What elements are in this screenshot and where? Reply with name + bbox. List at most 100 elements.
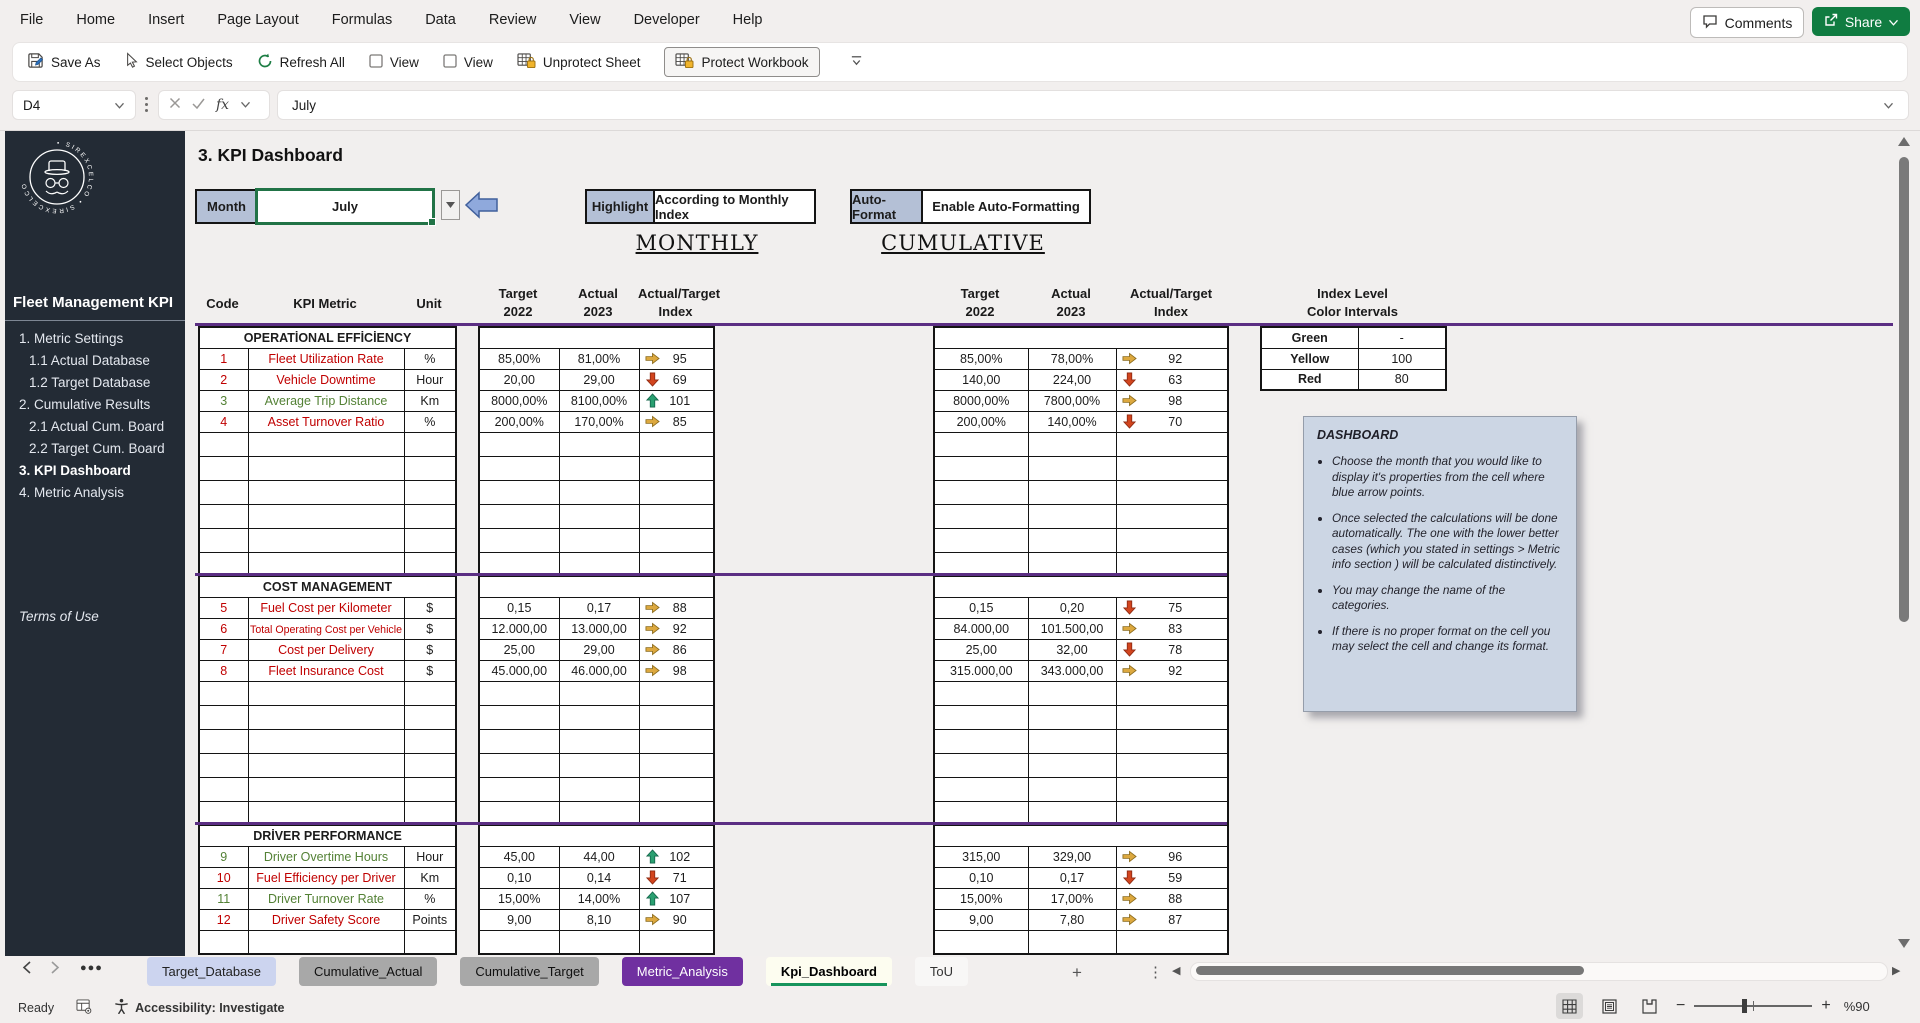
- sidebar-item-2-2-target-cum-board[interactable]: 2.2 Target Cum. Board: [5, 438, 185, 460]
- toolbar-button-refresh-all[interactable]: Refresh All: [257, 53, 345, 72]
- sheet-tab-target-database[interactable]: Target_Database: [147, 957, 276, 986]
- index-indicator: 88: [640, 600, 714, 615]
- sirexcelco-logo: • SIREXCELCO • SIREXCELCO: [19, 139, 95, 215]
- empty-cell: [1028, 705, 1116, 729]
- sheet-tab-kpi-dashboard[interactable]: Kpi_Dashboard: [766, 957, 892, 986]
- toolbar-button-save-as[interactable]: Save As: [27, 52, 101, 72]
- cell-metric: Fleet Utilization Rate: [248, 348, 404, 369]
- empty-row: [934, 705, 1228, 729]
- kpi-row: 9,008,1090: [479, 909, 714, 930]
- zoom-in-icon[interactable]: +: [1821, 997, 1830, 1015]
- sheet-options-icon[interactable]: ⋮: [1148, 963, 1163, 981]
- sidebar-item-4-metric-analysis[interactable]: 4. Metric Analysis: [5, 482, 185, 504]
- empty-cell: [1028, 777, 1116, 801]
- tabs-prev-icon[interactable]: [22, 961, 31, 974]
- chevron-down-icon[interactable]: [1883, 98, 1894, 113]
- empty-cell: [559, 456, 639, 480]
- toolbar-button-view[interactable]: View: [443, 54, 493, 71]
- highlight-control[interactable]: Highlight According to Monthly Index: [585, 189, 816, 224]
- normal-view-button[interactable]: [1556, 993, 1583, 1019]
- index-legend-table: Green-Yellow100Red80: [1260, 326, 1447, 391]
- sheet-tab-cumulative-target[interactable]: Cumulative_Target: [460, 957, 598, 986]
- empty-row: [199, 456, 456, 480]
- menu-item-data[interactable]: Data: [425, 12, 456, 28]
- zoom-slider-thumb[interactable]: [1742, 999, 1747, 1013]
- cell-target: 0,10: [934, 867, 1028, 888]
- fill-handle[interactable]: [428, 218, 436, 226]
- horizontal-scrollbar[interactable]: [1190, 962, 1888, 981]
- empty-row: [479, 777, 714, 801]
- sidebar-item-1-1-actual-database[interactable]: 1.1 Actual Database: [5, 350, 185, 372]
- hscroll-right-icon[interactable]: ▶: [1892, 964, 1900, 977]
- toolbar-button-select-objects[interactable]: Select Objects: [125, 52, 233, 72]
- right-arrow-icon: [1122, 621, 1137, 636]
- chevron-down-icon[interactable]: [240, 96, 251, 114]
- menu-item-help[interactable]: Help: [733, 12, 763, 28]
- cell-index: 92: [1116, 660, 1228, 681]
- tabs-more-icon[interactable]: ●●●: [80, 962, 103, 974]
- toolbar-button-protect-workbook[interactable]: Protect Workbook: [664, 47, 819, 77]
- comments-button[interactable]: Comments: [1690, 7, 1804, 38]
- toolbar-button-unprotect-sheet[interactable]: Unprotect Sheet: [517, 52, 641, 72]
- menu-item-file[interactable]: File: [20, 12, 43, 28]
- ribbon-overflow-button[interactable]: [850, 54, 863, 70]
- tabs-next-icon[interactable]: [51, 961, 60, 974]
- toolbar-button-label: View: [464, 55, 493, 70]
- month-value-cell[interactable]: July: [256, 189, 434, 224]
- right-arrow-icon: [1122, 849, 1137, 864]
- name-box[interactable]: D4: [12, 90, 136, 120]
- scroll-up-icon[interactable]: [1898, 137, 1910, 146]
- autoformat-control[interactable]: Auto-Format Enable Auto-Formatting: [850, 189, 1091, 224]
- empty-cell: [934, 777, 1028, 801]
- cell-metric: Driver Turnover Rate: [248, 888, 404, 909]
- sheet-tab-metric-analysis[interactable]: Metric_Analysis: [622, 957, 743, 986]
- sidebar-item-3-kpi-dashboard[interactable]: 3. KPI Dashboard: [5, 460, 185, 482]
- highlight-value-cell[interactable]: According to Monthly Index: [655, 191, 814, 222]
- share-button[interactable]: Share: [1812, 7, 1910, 36]
- cell-actual: 329,00: [1028, 846, 1116, 867]
- sidebar-item-terms-of-use[interactable]: Terms of Use: [19, 609, 99, 624]
- macro-record-icon[interactable]: [76, 999, 92, 1017]
- enter-check-icon[interactable]: [192, 96, 205, 114]
- accessibility-status[interactable]: Accessibility: Investigate: [114, 998, 284, 1017]
- menu-item-formulas[interactable]: Formulas: [332, 12, 392, 28]
- page-layout-view-button[interactable]: [1596, 993, 1623, 1019]
- month-dropdown-button[interactable]: [441, 190, 460, 220]
- horizontal-scroll-thumb[interactable]: [1196, 966, 1584, 975]
- cell-actual: 81,00%: [559, 348, 639, 369]
- zoom-slider[interactable]: [1694, 1005, 1812, 1007]
- empty-row: [934, 432, 1228, 456]
- section-band-cell: [934, 576, 1228, 597]
- add-sheet-icon[interactable]: +: [1072, 963, 1082, 983]
- sidebar-item-1-2-target-database[interactable]: 1.2 Target Database: [5, 372, 185, 394]
- empty-row: [934, 480, 1228, 504]
- fx-icon[interactable]: fx: [216, 97, 229, 113]
- accessibility-icon: [114, 998, 129, 1017]
- sidebar-item-1-metric-settings[interactable]: 1. Metric Settings: [5, 328, 185, 350]
- vertical-scrollbar[interactable]: [1896, 134, 1912, 952]
- page-break-view-button[interactable]: [1636, 993, 1663, 1019]
- chevron-down-icon[interactable]: [114, 98, 125, 113]
- toolbar-button-view[interactable]: View: [369, 54, 419, 71]
- vertical-scroll-thumb[interactable]: [1899, 157, 1909, 622]
- menu-item-review[interactable]: Review: [489, 12, 537, 28]
- menu-item-view[interactable]: View: [569, 12, 600, 28]
- cancel-icon[interactable]: [169, 96, 181, 114]
- zoom-out-icon[interactable]: −: [1676, 997, 1685, 1015]
- sheet-tab-tou[interactable]: ToU: [915, 957, 968, 986]
- scroll-down-icon[interactable]: [1898, 939, 1910, 948]
- formula-input[interactable]: July: [277, 90, 1909, 120]
- menu-item-page-layout[interactable]: Page Layout: [217, 12, 298, 28]
- menu-item-home[interactable]: Home: [76, 12, 115, 28]
- sidebar-item-2-1-actual-cum-board[interactable]: 2.1 Actual Cum. Board: [5, 416, 185, 438]
- menu-item-insert[interactable]: Insert: [148, 12, 184, 28]
- empty-cell: [404, 777, 456, 801]
- empty-cell: [639, 777, 714, 801]
- sheet-tab-cumulative-actual[interactable]: Cumulative_Actual: [299, 957, 437, 986]
- cell-index: 107: [639, 888, 714, 909]
- hscroll-left-icon[interactable]: ◀: [1172, 964, 1180, 977]
- sidebar-item-2-cumulative-results[interactable]: 2. Cumulative Results: [5, 394, 185, 416]
- empty-cell: [934, 456, 1028, 480]
- menu-item-developer[interactable]: Developer: [634, 12, 700, 28]
- autoformat-value-cell[interactable]: Enable Auto-Formatting: [923, 191, 1089, 222]
